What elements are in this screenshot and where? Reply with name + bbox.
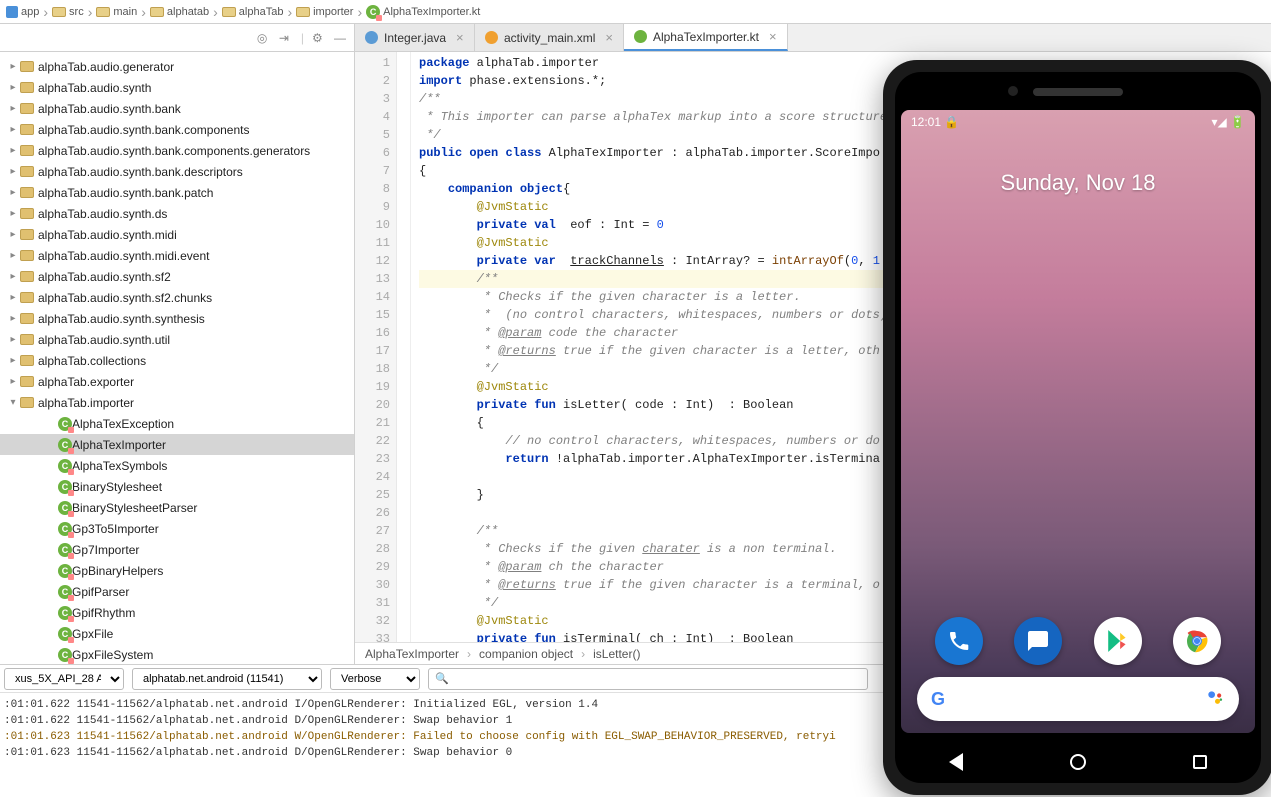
bc-app[interactable]: app (6, 6, 39, 18)
minimize-icon[interactable]: — (334, 31, 348, 45)
gear-icon[interactable]: ⚙ (312, 31, 326, 45)
crumb-class[interactable]: AlphaTexImporter (365, 647, 459, 661)
tree-package[interactable]: ▸alphaTab.audio.synth.ds (0, 203, 354, 224)
close-icon[interactable]: × (769, 29, 777, 44)
phone-camera (1008, 86, 1018, 96)
tab-activity-main-xml[interactable]: activity_main.xml × (475, 24, 624, 51)
status-icons: ▾◢ 🔋 (1211, 115, 1245, 129)
tree-package[interactable]: ▸alphaTab.audio.synth.util (0, 329, 354, 350)
tree-package[interactable]: ▸alphaTab.exporter (0, 371, 354, 392)
tab-integer-java[interactable]: Integer.java × (355, 24, 475, 51)
process-select[interactable]: alphatab.net.android (11541) (132, 668, 322, 690)
tree-file[interactable]: Gp3To5Importer (0, 518, 354, 539)
collapse-icon[interactable]: ⇥ (279, 31, 293, 45)
back-button[interactable] (945, 751, 967, 773)
device-select[interactable]: xus_5X_API_28 An (4, 668, 124, 690)
phone-date: Sunday, Nov 18 (901, 170, 1255, 196)
tree-package[interactable]: ▸alphaTab.audio.synth (0, 77, 354, 98)
assistant-icon[interactable] (1205, 688, 1225, 711)
project-toolbar: ◎ ⇥ | ⚙ — (0, 24, 354, 52)
close-icon[interactable]: × (605, 30, 613, 45)
phone-dock (901, 617, 1255, 665)
editor-tabs: Integer.java × activity_main.xml × Alpha… (355, 24, 1271, 52)
tree-package[interactable]: ▾alphaTab.importer (0, 392, 354, 413)
phone-nav-bar (895, 741, 1261, 783)
breadcrumb-bar: app› src› main› alphatab› alphaTab› impo… (0, 0, 1271, 24)
tree-file[interactable]: AlphaTexImporter (0, 434, 354, 455)
tab-label: AlphaTexImporter.kt (653, 30, 759, 44)
home-button[interactable] (1067, 751, 1089, 773)
bc-importer[interactable]: importer (296, 6, 353, 18)
play-store-icon[interactable] (1094, 617, 1142, 665)
tree-file[interactable]: GpxFile (0, 623, 354, 644)
line-gutter: 1234567891011121314151617181920212223242… (355, 52, 397, 642)
tree-package[interactable]: ▸alphaTab.audio.synth.bank (0, 98, 354, 119)
project-panel: ◎ ⇥ | ⚙ — ▸alphaTab.audio.generator▸alph… (0, 24, 355, 664)
kotlin-icon (634, 30, 647, 43)
tree-file[interactable]: AlphaTexSymbols (0, 455, 354, 476)
tree-package[interactable]: ▸alphaTab.audio.synth.midi.event (0, 245, 354, 266)
crumb-companion[interactable]: companion object (479, 647, 573, 661)
google-logo-icon: G (931, 689, 945, 710)
tree-package[interactable]: ▸alphaTab.audio.synth.synthesis (0, 308, 354, 329)
fold-gutter (397, 52, 411, 642)
bc-alphatab[interactable]: alphatab (150, 6, 209, 18)
tree-file[interactable]: AlphaTexException (0, 413, 354, 434)
tree-file[interactable]: GpifRhythm (0, 602, 354, 623)
status-bar: 12:01 🔒 ▾◢ 🔋 (901, 110, 1255, 134)
bc-alphaTab[interactable]: alphaTab (222, 6, 284, 18)
tree-package[interactable]: ▸alphaTab.audio.synth.bank.components (0, 119, 354, 140)
messages-app-icon[interactable] (1014, 617, 1062, 665)
tree-file[interactable]: GpxFileSystem (0, 644, 354, 664)
tree-package[interactable]: ▸alphaTab.audio.synth.midi (0, 224, 354, 245)
tab-alphateximporter-kt[interactable]: AlphaTexImporter.kt × (624, 24, 788, 51)
emulator-phone: 12:01 🔒 ▾◢ 🔋 Sunday, Nov 18 G (883, 60, 1271, 795)
phone-screen[interactable]: 12:01 🔒 ▾◢ 🔋 Sunday, Nov 18 G (901, 110, 1255, 733)
target-icon[interactable]: ◎ (257, 31, 271, 45)
tree-package[interactable]: ▸alphaTab.audio.synth.bank.patch (0, 182, 354, 203)
tree-file[interactable]: Gp7Importer (0, 539, 354, 560)
tree-file[interactable]: BinaryStylesheet (0, 476, 354, 497)
recents-button[interactable] (1189, 751, 1211, 773)
project-tree: ▸alphaTab.audio.generator▸alphaTab.audio… (0, 52, 354, 664)
phone-app-icon[interactable] (935, 617, 983, 665)
tree-package[interactable]: ▸alphaTab.audio.synth.sf2 (0, 266, 354, 287)
phone-speaker (1033, 88, 1123, 96)
search-icon: 🔍 (435, 672, 449, 685)
tree-package[interactable]: ▸alphaTab.audio.synth.bank.components.ge… (0, 140, 354, 161)
tree-file[interactable]: GpBinaryHelpers (0, 560, 354, 581)
tab-label: Integer.java (384, 31, 446, 45)
tree-file[interactable]: GpifParser (0, 581, 354, 602)
log-search-input[interactable]: 🔍 (428, 668, 868, 690)
bc-src[interactable]: src (52, 6, 84, 18)
tab-label: activity_main.xml (504, 31, 595, 45)
tree-package[interactable]: ▸alphaTab.collections (0, 350, 354, 371)
xml-icon (485, 31, 498, 44)
google-search-bar[interactable]: G (917, 677, 1239, 721)
bc-main[interactable]: main (96, 6, 137, 18)
tree-file[interactable]: BinaryStylesheetParser (0, 497, 354, 518)
close-icon[interactable]: × (456, 30, 464, 45)
crumb-method[interactable]: isLetter() (593, 647, 640, 661)
status-time: 12:01 🔒 (911, 115, 959, 129)
bc-file[interactable]: AlphaTexImporter.kt (366, 5, 480, 19)
tree-package[interactable]: ▸alphaTab.audio.synth.bank.descriptors (0, 161, 354, 182)
loglevel-select[interactable]: Verbose (330, 668, 420, 690)
tree-package[interactable]: ▸alphaTab.audio.generator (0, 56, 354, 77)
tree-package[interactable]: ▸alphaTab.audio.synth.sf2.chunks (0, 287, 354, 308)
java-icon (365, 31, 378, 44)
chrome-app-icon[interactable] (1173, 617, 1221, 665)
